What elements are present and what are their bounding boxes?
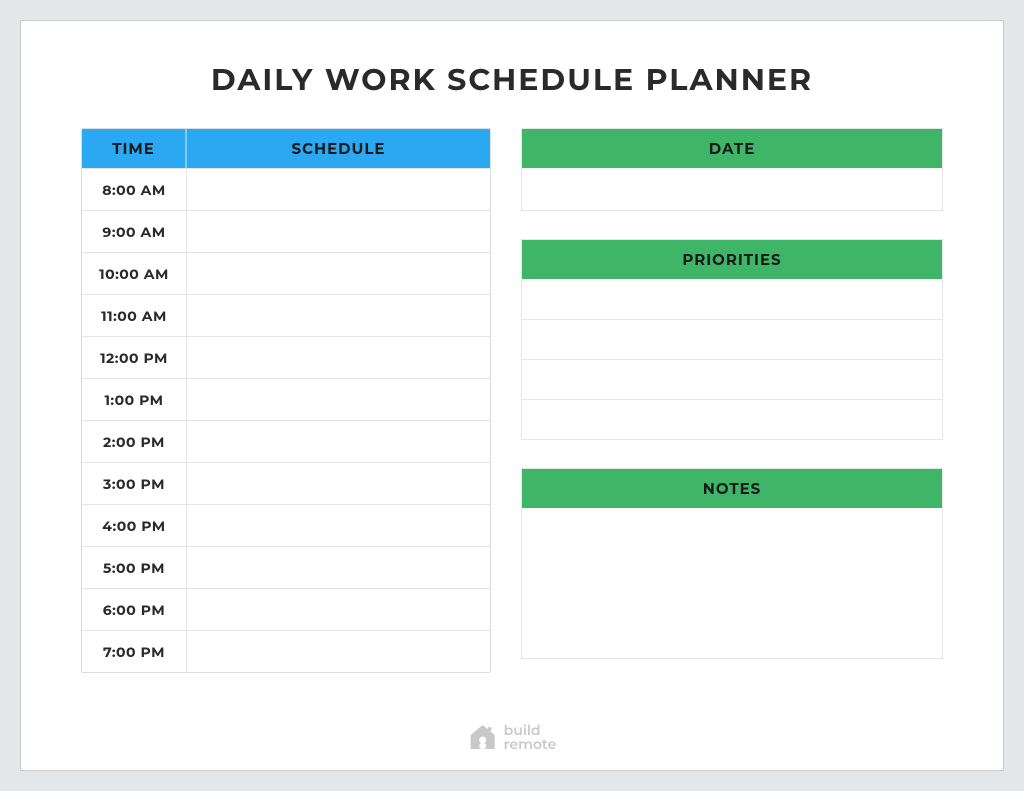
schedule-row: 5:00 PM: [82, 546, 490, 588]
priorities-body: [522, 279, 942, 439]
schedule-cell[interactable]: [187, 505, 490, 546]
schedule-row: 8:00 AM: [82, 168, 490, 210]
schedule-row: 11:00 AM: [82, 294, 490, 336]
schedule-row: 12:00 PM: [82, 336, 490, 378]
priorities-section: PRIORITIES: [521, 239, 943, 440]
schedule-body: 8:00 AM9:00 AM10:00 AM11:00 AM12:00 PM1:…: [82, 168, 490, 672]
time-cell: 5:00 PM: [82, 547, 187, 588]
priority-row[interactable]: [522, 279, 942, 319]
logo-text: build remote: [504, 723, 557, 751]
brand-logo: build remote: [468, 722, 557, 752]
time-cell: 8:00 AM: [82, 169, 187, 210]
schedule-column: TIME SCHEDULE 8:00 AM9:00 AM10:00 AM11:0…: [81, 128, 491, 673]
logo-line2: remote: [504, 737, 557, 751]
schedule-row: 10:00 AM: [82, 252, 490, 294]
date-header: DATE: [522, 129, 942, 168]
schedule-cell[interactable]: [187, 295, 490, 336]
schedule-cell[interactable]: [187, 379, 490, 420]
time-cell: 2:00 PM: [82, 421, 187, 462]
time-cell: 3:00 PM: [82, 463, 187, 504]
planner-page: DAILY WORK SCHEDULE PLANNER TIME SCHEDUL…: [20, 20, 1004, 771]
time-cell: 11:00 AM: [82, 295, 187, 336]
schedule-cell[interactable]: [187, 547, 490, 588]
time-cell: 4:00 PM: [82, 505, 187, 546]
schedule-row: 1:00 PM: [82, 378, 490, 420]
time-cell: 10:00 AM: [82, 253, 187, 294]
time-header: TIME: [82, 129, 187, 168]
schedule-header-row: TIME SCHEDULE: [82, 129, 490, 168]
schedule-row: 2:00 PM: [82, 420, 490, 462]
time-cell: 1:00 PM: [82, 379, 187, 420]
schedule-header: SCHEDULE: [187, 129, 490, 168]
page-title: DAILY WORK SCHEDULE PLANNER: [81, 61, 943, 98]
schedule-table: TIME SCHEDULE 8:00 AM9:00 AM10:00 AM11:0…: [81, 128, 491, 673]
time-cell: 12:00 PM: [82, 337, 187, 378]
time-cell: 7:00 PM: [82, 631, 187, 672]
priorities-header: PRIORITIES: [522, 240, 942, 279]
schedule-cell[interactable]: [187, 211, 490, 252]
schedule-cell[interactable]: [187, 421, 490, 462]
priority-row[interactable]: [522, 359, 942, 399]
schedule-row: 7:00 PM: [82, 630, 490, 672]
schedule-cell[interactable]: [187, 463, 490, 504]
schedule-row: 4:00 PM: [82, 504, 490, 546]
schedule-cell[interactable]: [187, 589, 490, 630]
notes-section: NOTES: [521, 468, 943, 659]
priority-row[interactable]: [522, 319, 942, 359]
schedule-cell[interactable]: [187, 253, 490, 294]
content-area: TIME SCHEDULE 8:00 AM9:00 AM10:00 AM11:0…: [81, 128, 943, 673]
priority-row[interactable]: [522, 399, 942, 439]
schedule-cell[interactable]: [187, 337, 490, 378]
schedule-row: 9:00 AM: [82, 210, 490, 252]
schedule-cell[interactable]: [187, 169, 490, 210]
schedule-row: 3:00 PM: [82, 462, 490, 504]
notes-field[interactable]: [522, 508, 942, 658]
house-icon: [468, 722, 498, 752]
time-cell: 6:00 PM: [82, 589, 187, 630]
notes-header: NOTES: [522, 469, 942, 508]
date-section: DATE: [521, 128, 943, 211]
date-field[interactable]: [522, 168, 942, 210]
schedule-cell[interactable]: [187, 631, 490, 672]
time-cell: 9:00 AM: [82, 211, 187, 252]
right-column: DATE PRIORITIES NOTES: [521, 128, 943, 673]
schedule-row: 6:00 PM: [82, 588, 490, 630]
